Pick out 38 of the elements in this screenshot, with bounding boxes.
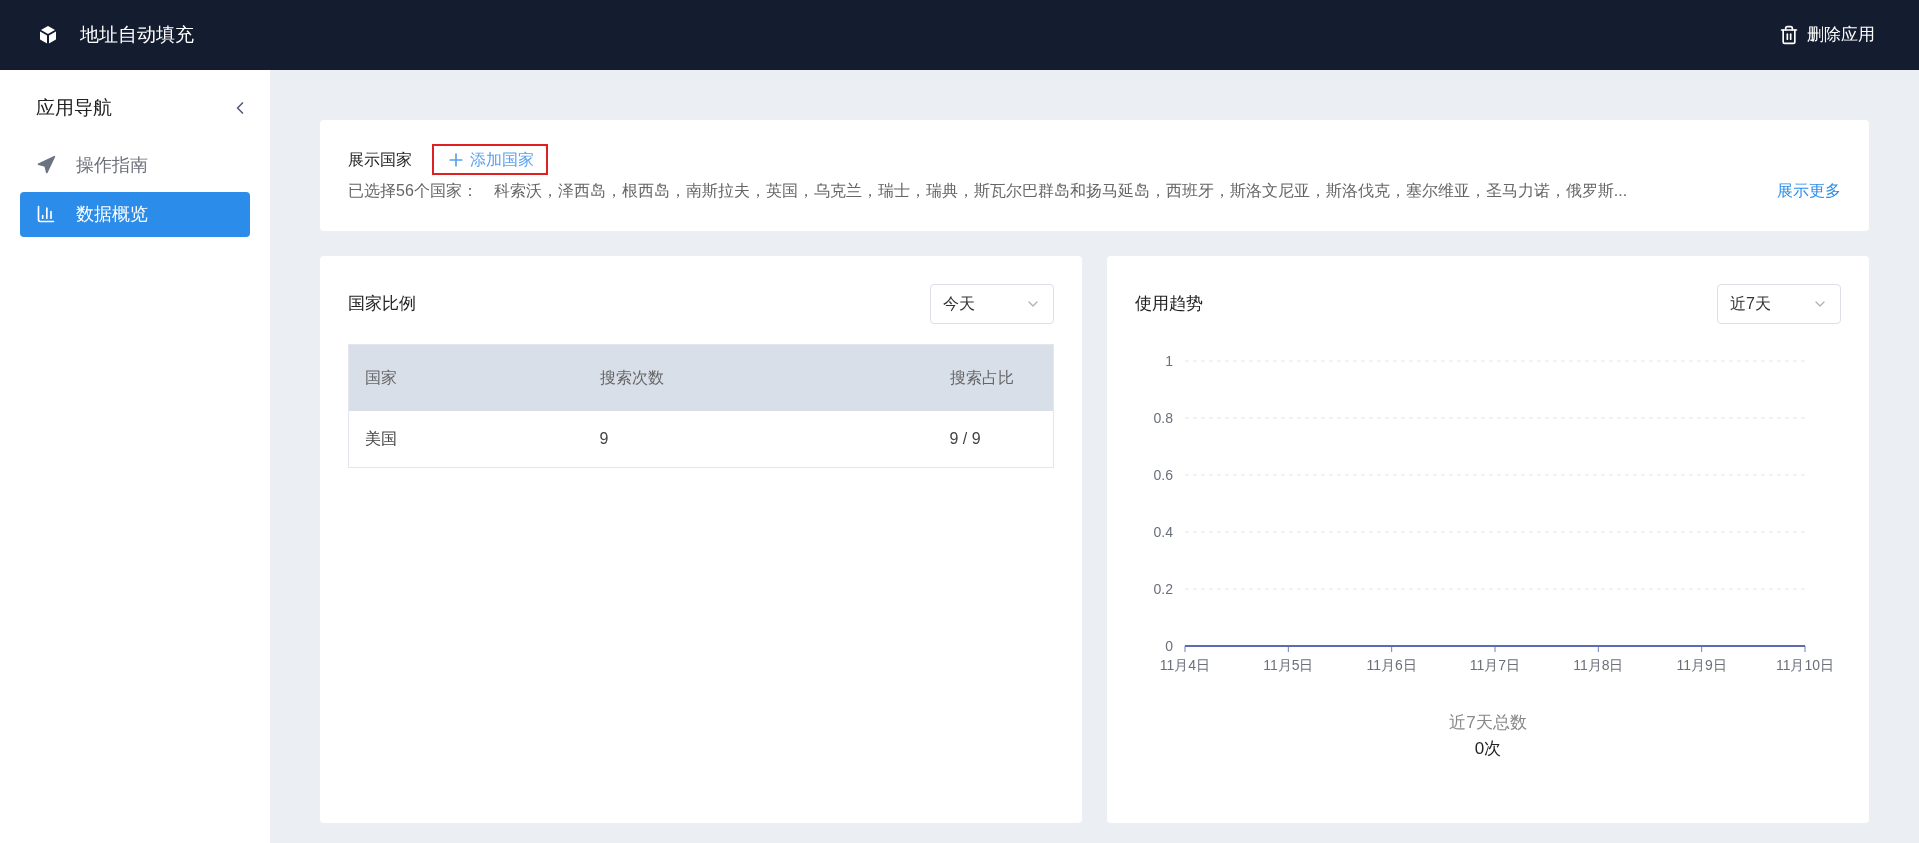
selected-countries-text: 科索沃，泽西岛，根西岛，南斯拉夫，英国，乌克兰，瑞士，瑞典，斯瓦尔巴群岛和扬马延岛，西班牙，斯洛文尼亚，斯洛伐克，塞尔维亚，圣马力诺，俄罗斯...	[493, 181, 1628, 201]
card-title: 使用趋势	[1135, 293, 1203, 316]
x-tick-label: 11月10日	[1775, 657, 1835, 673]
y-tick-label: 0.8	[1153, 410, 1173, 426]
table-cell: 9	[583, 410, 934, 468]
delete-app-button[interactable]: 删除应用	[1779, 22, 1875, 48]
nav-item[interactable]: 数据概览	[20, 191, 250, 237]
y-tick-label: 0.2	[1153, 581, 1173, 597]
add-country-button[interactable]: 添加国家	[432, 144, 548, 175]
y-tick-label: 0	[1165, 638, 1173, 654]
x-tick-label: 11月5日	[1263, 657, 1314, 673]
period-select[interactable]: 近7天	[1717, 284, 1841, 324]
sidebar-title: 应用导航	[36, 96, 112, 120]
total-value: 0次	[1474, 737, 1502, 760]
x-tick-label: 11月4日	[1159, 657, 1211, 673]
y-tick-label: 1	[1165, 353, 1173, 369]
trash-icon	[1779, 25, 1799, 45]
app-title: 地址自动填充	[80, 22, 194, 47]
table-cell: 美国	[348, 410, 584, 468]
navigation-icon	[36, 155, 56, 175]
x-tick-label: 11月6日	[1366, 657, 1417, 673]
column-header: 搜索次数	[583, 344, 934, 411]
x-tick-label: 11月9日	[1676, 657, 1727, 673]
card-title: 展示国家	[348, 149, 412, 170]
show-more-link[interactable]: 展示更多	[1777, 179, 1841, 203]
column-header: 搜索占比	[933, 344, 1054, 411]
period-select[interactable]: 今天	[930, 284, 1054, 324]
selected-count-label: 已选择56个国家：	[348, 181, 478, 201]
card-title: 国家比例	[348, 293, 416, 316]
bar-chart-icon	[36, 204, 56, 224]
nav-item[interactable]: 操作指南	[20, 142, 250, 188]
y-tick-label: 0.6	[1153, 467, 1173, 483]
column-header: 国家	[348, 344, 584, 411]
x-tick-label: 11月7日	[1469, 657, 1521, 673]
table-cell: 9 / 9	[933, 410, 1054, 468]
y-tick-label: 0.4	[1153, 524, 1173, 540]
total-label: 近7天总数	[1449, 712, 1527, 734]
x-tick-label: 11月8日	[1573, 657, 1624, 673]
